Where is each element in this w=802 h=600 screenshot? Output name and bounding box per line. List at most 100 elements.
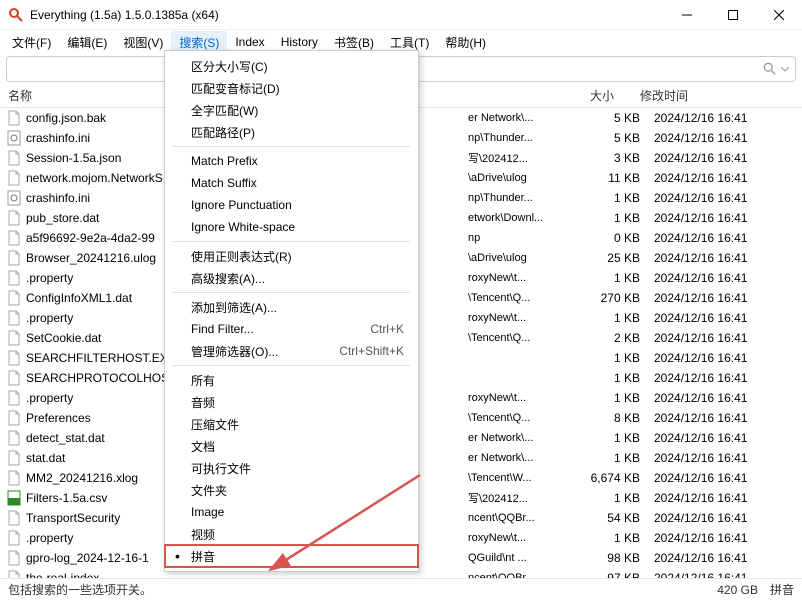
file-date: 2024/12/16 16:41 <box>654 111 798 125</box>
file-size: 1 KB <box>578 311 654 325</box>
menu-item-[interactable]: 压缩文件 <box>165 413 418 435</box>
menu-item-a[interactable]: 添加到筛选(A)... <box>165 296 418 318</box>
search-icon[interactable] <box>763 62 777 76</box>
maximize-button[interactable] <box>710 0 756 30</box>
menu-item-label: 高级搜索(A)... <box>191 270 265 287</box>
file-size: 25 KB <box>578 251 654 265</box>
file-date: 2024/12/16 16:41 <box>654 411 798 425</box>
file-icon <box>6 230 22 246</box>
minimize-button[interactable] <box>664 0 710 30</box>
file-icon <box>6 550 22 566</box>
menu-item-label: 视频 <box>191 526 215 543</box>
menu-separator <box>173 146 410 147</box>
file-icon <box>6 530 22 546</box>
file-size: 54 KB <box>578 511 654 525</box>
menu-item-[interactable]: 文档 <box>165 435 418 457</box>
search-menu-dropdown: 区分大小写(C) 匹配变音标记(D) 全字匹配(W) 匹配路径(P) Match Pre… <box>164 50 419 572</box>
menu-item-label: Image <box>191 505 224 519</box>
menu-编辑e[interactable]: 编辑(E) <box>59 31 115 54</box>
menu-item-image[interactable]: Image <box>165 501 418 523</box>
menu-文件f[interactable]: 文件(F) <box>4 31 59 54</box>
menu-item-label: Find Filter... <box>191 322 254 336</box>
file-icon <box>6 110 22 126</box>
menu-item-[interactable]: 音频 <box>165 391 418 413</box>
menu-item-findfilter[interactable]: Find Filter...Ctrl+K <box>165 318 418 340</box>
file-path: 写\202412... <box>468 150 578 166</box>
file-date: 2024/12/16 16:41 <box>654 431 798 445</box>
menu-item-p[interactable]: 匹配路径(P) <box>165 121 418 143</box>
file-path: roxyNew\t... <box>468 392 578 404</box>
menu-item-ignorewhitespace[interactable]: Ignore White-space <box>165 216 418 238</box>
file-path: roxyNew\t... <box>468 272 578 284</box>
menu-item-label: 全字匹配(W) <box>191 102 258 119</box>
menu-item-label: 区分大小写(C) <box>191 58 268 75</box>
menu-index[interactable]: Index <box>227 32 272 52</box>
menu-item-label: 文档 <box>191 438 215 455</box>
file-icon <box>6 490 22 506</box>
file-icon <box>6 270 22 286</box>
menu-item-a[interactable]: 高级搜索(A)... <box>165 267 418 289</box>
menu-item-o[interactable]: 管理筛选器(O)... Ctrl+Shift+K <box>165 340 418 362</box>
menu-item-r[interactable]: 使用正则表达式(R) <box>165 245 418 267</box>
file-icon <box>6 190 22 206</box>
file-icon <box>6 310 22 326</box>
menu-history[interactable]: History <box>273 32 326 52</box>
file-path: etwork\Downl... <box>468 212 578 224</box>
file-size: 98 KB <box>578 551 654 565</box>
file-icon <box>6 390 22 406</box>
file-icon <box>6 250 22 266</box>
menu-item-shortcut: Ctrl+Shift+K <box>339 344 404 358</box>
file-path: er Network\... <box>468 112 578 124</box>
menu-item-[interactable]: 可执行文件 <box>165 457 418 479</box>
file-date: 2024/12/16 16:41 <box>654 311 798 325</box>
menu-item-label: 匹配路径(P) <box>191 124 255 141</box>
search-dropdown-icon[interactable] <box>781 65 789 73</box>
file-date: 2024/12/16 16:41 <box>654 471 798 485</box>
menu-item-matchprefix[interactable]: Match Prefix <box>165 150 418 172</box>
menu-item-w[interactable]: 全字匹配(W) <box>165 99 418 121</box>
file-icon <box>6 170 22 186</box>
file-date: 2024/12/16 16:41 <box>654 511 798 525</box>
status-text: 包括搜索的一些选项开关。 <box>8 581 705 598</box>
file-date: 2024/12/16 16:41 <box>654 131 798 145</box>
menu-item-label: Ignore White-space <box>191 220 295 234</box>
status-size: 420 GB <box>717 583 758 597</box>
titlebar: Everything (1.5a) 1.5.0.1385a (x64) <box>0 0 802 30</box>
file-date: 2024/12/16 16:41 <box>654 391 798 405</box>
file-path: \Tencent\Q... <box>468 412 578 424</box>
close-button[interactable] <box>756 0 802 30</box>
file-path: \Tencent\Q... <box>468 292 578 304</box>
menu-item-label: 添加到筛选(A)... <box>191 299 277 316</box>
menu-item-c[interactable]: 区分大小写(C) <box>165 55 418 77</box>
status-bar: 包括搜索的一些选项开关。 420 GB 拼音 <box>0 578 802 600</box>
file-icon <box>6 330 22 346</box>
menu-item-label: 管理筛选器(O)... <box>191 343 278 360</box>
file-size: 97 KB <box>578 571 654 578</box>
file-path: 写\202412... <box>468 490 578 506</box>
menu-item-label: 可执行文件 <box>191 460 251 477</box>
menu-item-matchsuffix[interactable]: Match Suffix <box>165 172 418 194</box>
menu-item-[interactable]: 所有 <box>165 369 418 391</box>
menu-视图v[interactable]: 视图(V) <box>115 31 171 54</box>
menu-item-[interactable]: 拼音 <box>165 545 418 567</box>
menu-item-label: Ignore Punctuation <box>191 198 292 212</box>
file-size: 1 KB <box>578 371 654 385</box>
file-icon <box>6 570 22 578</box>
file-icon <box>6 430 22 446</box>
file-path: \aDrive\ulog <box>468 252 578 264</box>
file-date: 2024/12/16 16:41 <box>654 331 798 345</box>
file-path: ncent\QQBr... <box>468 512 578 524</box>
column-date[interactable]: 修改时间 <box>634 87 784 104</box>
menu-item-label: 音频 <box>191 394 215 411</box>
window-title: Everything (1.5a) 1.5.0.1385a (x64) <box>30 8 664 22</box>
menu-item-d[interactable]: 匹配变音标记(D) <box>165 77 418 99</box>
menu-item-[interactable]: 文件夹 <box>165 479 418 501</box>
file-size: 5 KB <box>578 111 654 125</box>
file-path: \Tencent\W... <box>468 472 578 484</box>
menu-帮助h[interactable]: 帮助(H) <box>437 31 494 54</box>
column-size[interactable]: 大小 <box>554 87 634 104</box>
menu-item-ignorepunctuation[interactable]: Ignore Punctuation <box>165 194 418 216</box>
file-icon <box>6 210 22 226</box>
menu-item-label: Match Suffix <box>191 176 257 190</box>
menu-item-[interactable]: 视频 <box>165 523 418 545</box>
